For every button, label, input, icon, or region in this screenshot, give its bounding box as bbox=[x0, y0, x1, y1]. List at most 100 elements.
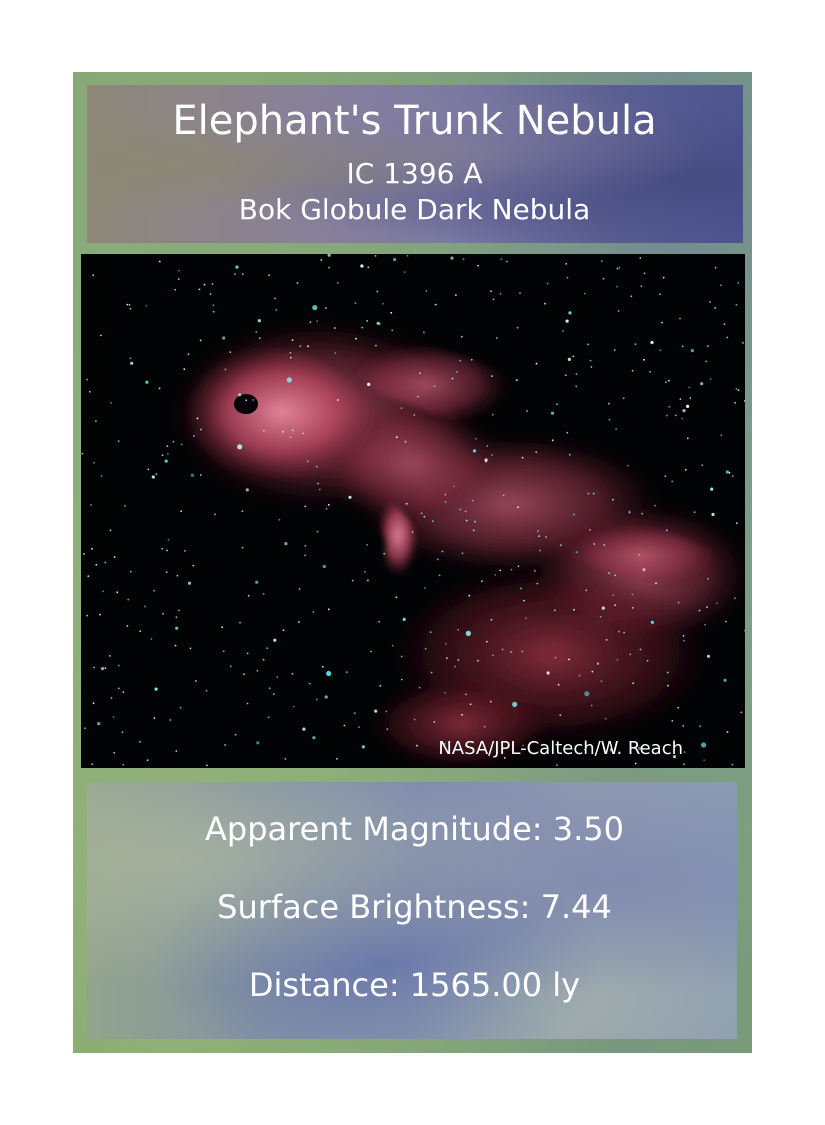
star bbox=[235, 265, 239, 269]
star bbox=[153, 717, 156, 719]
star bbox=[234, 273, 236, 276]
star bbox=[327, 608, 330, 611]
star bbox=[698, 609, 701, 612]
star bbox=[608, 572, 610, 574]
star bbox=[614, 574, 617, 577]
star bbox=[608, 418, 611, 421]
star bbox=[649, 370, 651, 373]
star bbox=[535, 451, 538, 453]
star bbox=[203, 283, 206, 286]
star bbox=[524, 617, 527, 619]
star bbox=[180, 510, 183, 513]
star bbox=[444, 692, 446, 694]
star bbox=[395, 596, 398, 599]
star bbox=[129, 357, 132, 360]
star bbox=[209, 293, 212, 295]
star bbox=[566, 431, 569, 434]
star bbox=[358, 726, 360, 729]
star bbox=[502, 494, 505, 497]
star bbox=[237, 444, 243, 450]
star bbox=[366, 320, 368, 322]
star bbox=[178, 609, 180, 612]
star bbox=[104, 561, 107, 564]
star bbox=[92, 702, 95, 705]
star bbox=[575, 385, 578, 388]
image-credit: NASA/JPL-Caltech/W. Reach bbox=[438, 738, 683, 759]
star bbox=[172, 440, 175, 443]
star bbox=[491, 375, 493, 377]
star bbox=[102, 590, 105, 593]
star bbox=[731, 763, 734, 766]
star bbox=[113, 752, 116, 754]
star bbox=[367, 266, 370, 269]
star bbox=[446, 657, 448, 659]
star bbox=[298, 621, 300, 623]
star bbox=[312, 736, 316, 740]
star bbox=[491, 413, 494, 416]
star bbox=[716, 602, 718, 605]
star bbox=[709, 301, 711, 303]
star bbox=[630, 295, 633, 298]
star bbox=[665, 414, 668, 417]
star bbox=[494, 573, 497, 576]
star bbox=[465, 519, 468, 522]
star bbox=[668, 405, 671, 408]
star bbox=[425, 290, 428, 292]
star bbox=[568, 311, 572, 315]
star bbox=[317, 482, 319, 485]
star bbox=[438, 574, 441, 577]
star bbox=[308, 682, 311, 685]
star bbox=[605, 639, 608, 641]
star bbox=[364, 570, 366, 573]
star bbox=[175, 626, 179, 630]
star bbox=[127, 598, 130, 601]
star bbox=[402, 617, 406, 621]
star bbox=[375, 344, 377, 347]
star bbox=[302, 432, 304, 435]
star bbox=[91, 548, 93, 550]
star bbox=[572, 355, 575, 358]
star bbox=[245, 488, 249, 492]
card-title: Elephant's Trunk Nebula bbox=[172, 98, 657, 144]
star bbox=[659, 293, 661, 296]
star bbox=[175, 750, 178, 752]
star bbox=[257, 319, 261, 323]
star bbox=[211, 283, 214, 285]
star bbox=[189, 647, 192, 650]
star bbox=[460, 335, 463, 338]
star bbox=[706, 606, 708, 609]
star bbox=[187, 581, 192, 585]
star bbox=[723, 323, 726, 326]
star bbox=[374, 255, 377, 257]
star bbox=[575, 373, 578, 375]
apparent-magnitude: Apparent Magnitude: 3.50 bbox=[205, 810, 624, 848]
star bbox=[665, 529, 668, 532]
star bbox=[459, 359, 462, 362]
star bbox=[418, 686, 421, 689]
star bbox=[600, 260, 603, 262]
star bbox=[190, 473, 194, 477]
star bbox=[726, 731, 729, 733]
star bbox=[284, 758, 287, 760]
star bbox=[592, 492, 595, 495]
star bbox=[353, 712, 356, 714]
star bbox=[167, 538, 170, 541]
star bbox=[450, 256, 454, 260]
star bbox=[601, 606, 605, 610]
star bbox=[382, 302, 385, 305]
star bbox=[501, 648, 504, 651]
star bbox=[472, 529, 475, 532]
star bbox=[725, 620, 727, 623]
star bbox=[701, 742, 707, 748]
star bbox=[286, 377, 292, 383]
star bbox=[512, 701, 518, 707]
star bbox=[517, 506, 519, 508]
star bbox=[472, 449, 477, 453]
star bbox=[471, 499, 474, 502]
star bbox=[693, 511, 696, 514]
star bbox=[701, 464, 704, 467]
star bbox=[406, 254, 409, 257]
star bbox=[169, 719, 172, 721]
star bbox=[706, 654, 711, 658]
star bbox=[534, 570, 536, 572]
